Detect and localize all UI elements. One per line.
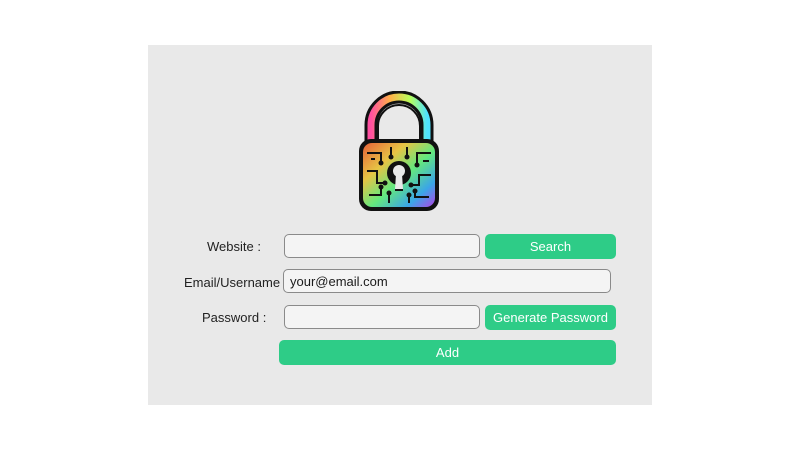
generate-password-button[interactable]: Generate Password bbox=[485, 305, 616, 330]
password-input[interactable] bbox=[284, 305, 480, 329]
website-input[interactable] bbox=[284, 234, 480, 258]
password-manager-window: Website : Search Email/Username : Passwo… bbox=[148, 45, 652, 405]
password-label: Password : bbox=[202, 310, 267, 325]
website-label: Website : bbox=[207, 239, 261, 254]
add-button[interactable]: Add bbox=[279, 340, 616, 365]
circuit-padlock-icon bbox=[359, 91, 439, 211]
email-username-label: Email/Username : bbox=[184, 275, 288, 290]
email-username-input[interactable] bbox=[283, 269, 611, 293]
search-button[interactable]: Search bbox=[485, 234, 616, 259]
